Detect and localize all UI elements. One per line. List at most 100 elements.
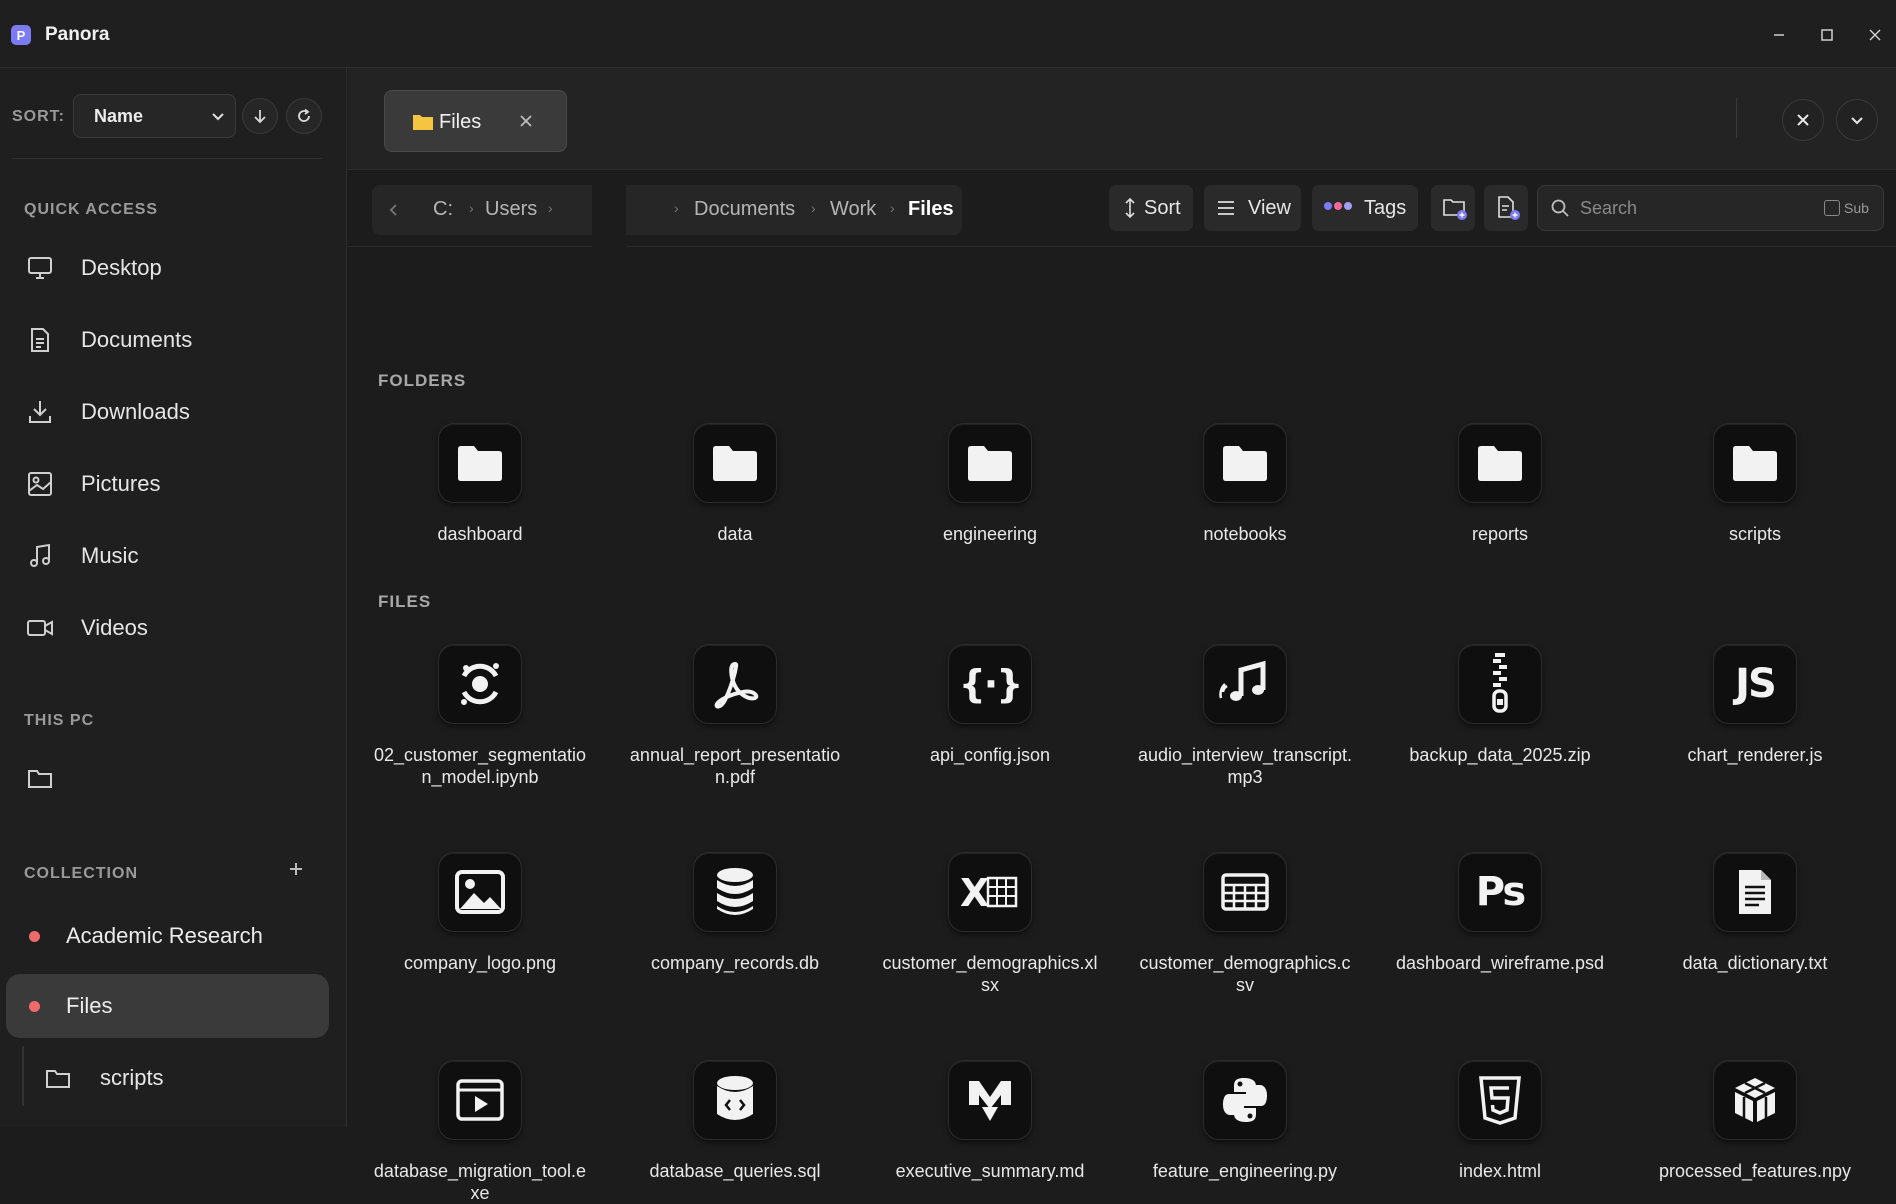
sidebar-item-downloads[interactable]: Downloads	[0, 382, 347, 440]
folder-icon	[1458, 423, 1542, 503]
new-file-button[interactable]	[1484, 185, 1528, 231]
tags-button[interactable]: Tags	[1312, 185, 1418, 231]
zip-icon	[1458, 644, 1542, 724]
python-icon	[1203, 1060, 1287, 1140]
svg-text:X: X	[960, 871, 989, 914]
collection-child-label: scripts	[100, 1065, 164, 1090]
folder-icon	[28, 770, 52, 788]
app-logo-icon: P	[11, 25, 31, 45]
video-icon	[27, 620, 53, 636]
subfolder-search-label: Sub	[1844, 200, 1869, 216]
list-view-icon	[1218, 201, 1234, 215]
sidebar-item-pictures[interactable]: Pictures	[0, 454, 347, 512]
breadcrumb-separator-icon: ›	[548, 200, 553, 216]
minimize-icon	[1774, 34, 1784, 36]
collection-item-academic-research[interactable]: Academic Research	[6, 904, 329, 968]
folder-name: dashboard	[437, 524, 523, 544]
file-grid: FOLDERS dashboard data engineering noteb…	[348, 248, 1896, 1203]
sidebar-item-drive[interactable]	[0, 748, 347, 806]
search-input[interactable]	[1580, 194, 1800, 222]
sort-label: SORT:	[12, 108, 65, 125]
search-icon	[1551, 199, 1569, 217]
file-name: processed_features.npy	[1658, 1161, 1852, 1181]
file-name: annual_report_presentation.pdf	[629, 745, 841, 787]
image-icon	[28, 472, 52, 496]
new-folder-button[interactable]	[1431, 185, 1475, 231]
maximize-button[interactable]	[1814, 22, 1840, 48]
sidebar-item-documents[interactable]: Documents	[0, 310, 347, 368]
sql-icon	[693, 1060, 777, 1140]
excel-icon: X	[948, 852, 1032, 932]
search-box: Sub	[1537, 185, 1884, 231]
subfolder-search-checkbox[interactable]	[1824, 200, 1840, 216]
back-arrow-icon[interactable]	[386, 202, 402, 218]
tab-files[interactable]: Files	[384, 90, 567, 152]
sidebar-item-label: Documents	[81, 327, 193, 352]
sidebar-item-desktop[interactable]: Desktop	[0, 238, 347, 296]
audio-icon	[1203, 644, 1287, 724]
html-icon	[1458, 1060, 1542, 1140]
quick-access-heading: QUICK ACCESS	[24, 201, 159, 218]
sort-select[interactable]: Name	[73, 94, 236, 138]
folder-name: data	[717, 524, 753, 544]
arrow-down-icon	[254, 110, 266, 124]
this-pc-heading: THIS PC	[24, 712, 95, 729]
refresh-icon	[298, 108, 310, 122]
sort-button-label: Sort	[1144, 197, 1181, 219]
sort-select-value: Name	[94, 105, 144, 126]
breadcrumb-item-users[interactable]: Users	[485, 198, 537, 221]
table-icon	[1203, 852, 1287, 932]
database-icon	[693, 852, 777, 932]
breadcrumb-item-c[interactable]: C:	[433, 198, 453, 221]
sidebar-item-label: Desktop	[81, 255, 162, 280]
sidebar: SORT: Name QUICK ACCESS Desktop Document…	[0, 68, 347, 1127]
folder-icon	[413, 115, 433, 130]
close-all-tabs-button[interactable]	[1782, 99, 1824, 141]
folder-name: reports	[1471, 524, 1529, 544]
folder-name: notebooks	[1203, 524, 1287, 544]
js-icon: JS	[1713, 644, 1797, 724]
tab-list-button[interactable]	[1836, 99, 1878, 141]
view-button[interactable]: View	[1204, 185, 1301, 231]
breadcrumb-item-work[interactable]: Work	[830, 198, 876, 221]
json-icon: {·}	[948, 644, 1032, 724]
add-collection-button[interactable]	[288, 861, 304, 877]
sidebar-item-videos[interactable]: Videos	[0, 598, 347, 656]
maximize-icon	[1821, 29, 1833, 41]
breadcrumb-gap	[592, 185, 626, 249]
close-icon	[1797, 114, 1809, 126]
file-name: api_config.json	[929, 745, 1051, 765]
refresh-button[interactable]	[286, 98, 322, 134]
app-title: Panora	[45, 24, 110, 45]
close-window-button[interactable]	[1862, 22, 1888, 48]
file-name: company_logo.png	[403, 953, 557, 973]
new-file-icon	[1498, 196, 1520, 220]
breadcrumb-separator-icon: ›	[469, 200, 474, 216]
breadcrumb-item-files[interactable]: Files	[908, 198, 954, 221]
tags-button-label: Tags	[1364, 197, 1407, 219]
sort-button[interactable]: Sort	[1109, 185, 1193, 231]
close-icon	[1869, 29, 1881, 41]
sidebar-item-label: Pictures	[81, 471, 161, 496]
toolbar: C: › Users › › Documents › Work › Files …	[348, 171, 1896, 249]
folder-name: scripts	[1728, 524, 1781, 544]
sidebar-item-music[interactable]: Music	[0, 526, 347, 584]
tabbar-separator	[1736, 98, 1737, 138]
file-name: backup_data_2025.zip	[1409, 745, 1591, 765]
breadcrumb-separator-icon: ›	[674, 200, 679, 216]
document-icon	[31, 328, 49, 352]
collection-child-scripts[interactable]: scripts	[0, 1048, 347, 1106]
file-name: feature_engineering.py	[1152, 1161, 1338, 1181]
close-tab-icon[interactable]	[515, 110, 537, 132]
folder-icon	[438, 423, 522, 503]
sidebar-item-label: Downloads	[81, 399, 190, 424]
sort-direction-button[interactable]	[242, 98, 278, 134]
file-name: database_migration_tool.exe	[373, 1161, 587, 1203]
collection-item-files[interactable]: Files	[6, 974, 329, 1038]
folder-name: engineering	[942, 524, 1038, 544]
tab-bar: Files	[348, 68, 1896, 170]
file-name: executive_summary.md	[895, 1161, 1085, 1181]
file-name: company_records.db	[650, 953, 820, 973]
breadcrumb-item-documents[interactable]: Documents	[694, 198, 795, 221]
minimize-button[interactable]	[1766, 22, 1792, 48]
